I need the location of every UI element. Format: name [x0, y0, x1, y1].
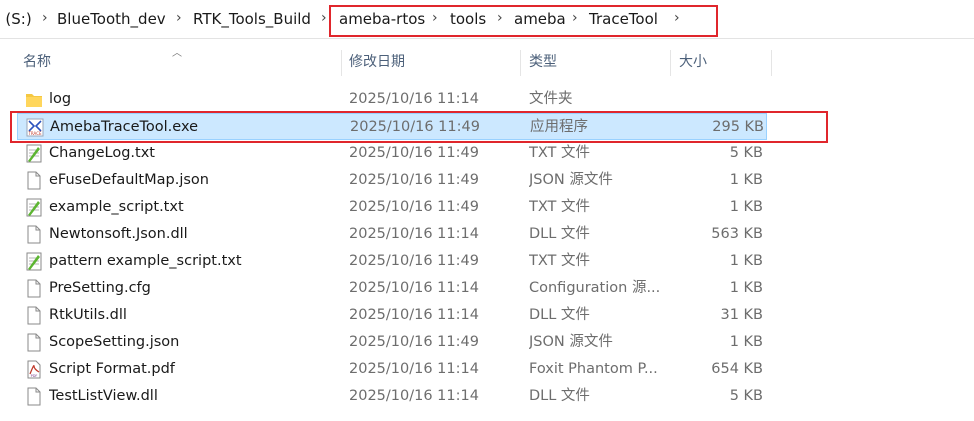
file-modified-date: 2025/10/16 11:14 — [349, 226, 479, 242]
file-modified-date: 2025/10/16 11:14 — [349, 91, 479, 107]
file-modified-date: 2025/10/16 11:49 — [349, 145, 479, 161]
file-type: JSON 源文件 — [529, 172, 613, 188]
file-type: DLL 文件 — [529, 226, 590, 242]
file-modified-date: 2025/10/16 11:14 — [349, 361, 479, 377]
file-name: PreSetting.cfg — [49, 280, 151, 296]
file-size: 654 KB — [711, 361, 763, 377]
file-modified-date: 2025/10/16 11:49 — [349, 172, 479, 188]
file-name: log — [49, 91, 72, 107]
breadcrumb-separator[interactable]: › — [321, 10, 327, 26]
file-row[interactable]: PreSetting.cfg 2025/10/16 11:14 Configurat… — [17, 275, 767, 302]
breadcrumb-highlight-box — [329, 5, 718, 37]
file-type: 文件夹 — [529, 91, 573, 107]
file-name: RtkUtils.dll — [49, 307, 127, 323]
file-modified-date: 2025/10/16 11:14 — [349, 388, 479, 404]
file-row[interactable]: Newtonsoft.Json.dll 2025/10/16 11:14 DLL 文… — [17, 221, 767, 248]
folder-icon — [25, 90, 43, 109]
blank-file-icon — [25, 279, 43, 298]
file-modified-date: 2025/10/16 11:14 — [349, 280, 479, 296]
file-row[interactable]: PDF Script Format.pdf 2025/10/16 11:14 Foxi… — [17, 356, 767, 383]
file-name: pattern example_script.txt — [49, 253, 242, 269]
file-size — [657, 86, 763, 113]
file-type: TXT 文件 — [529, 199, 591, 215]
file-name: ScopeSetting.json — [49, 334, 180, 350]
file-type: TXT 文件 — [529, 253, 591, 269]
file-size: 5 KB — [729, 388, 763, 404]
column-header-size[interactable]: 大小 — [679, 46, 769, 78]
column-header-date[interactable]: 修改日期 — [349, 46, 514, 78]
file-modified-date: 2025/10/16 11:14 — [349, 307, 479, 323]
file-row[interactable]: TestListView.dll 2025/10/16 11:14 DLL 文件 5 … — [17, 383, 767, 410]
blank-file-icon — [25, 333, 43, 352]
blank-file-icon — [25, 306, 43, 325]
selected-file-highlight-box — [10, 111, 828, 143]
breadcrumb-bluetooth-dev[interactable]: BlueTooth_dev — [57, 10, 166, 28]
file-size: 1 KB — [729, 172, 763, 188]
file-type: Configuration 源... — [529, 280, 661, 296]
svg-text:PDF: PDF — [31, 374, 38, 378]
file-type: Foxit Phantom P... — [529, 361, 658, 377]
file-type: TXT 文件 — [529, 145, 591, 161]
pdf-file-icon: PDF — [25, 360, 43, 379]
file-row[interactable]: ScopeSetting.json 2025/10/16 11:49 JSON 源文… — [17, 329, 767, 356]
column-header-name[interactable]: 名称 — [23, 46, 333, 78]
notepad-file-icon — [25, 144, 43, 163]
column-header-row: ︿ 名称 修改日期 类型 大小 — [0, 46, 974, 78]
notepad-file-icon — [25, 198, 43, 217]
breadcrumb-separator[interactable]: › — [176, 10, 182, 26]
file-row[interactable]: log 2025/10/16 11:14 文件夹 — [17, 86, 767, 113]
breadcrumb-rtk-tools-build[interactable]: RTK_Tools_Build — [193, 10, 311, 28]
file-name: TestListView.dll — [49, 388, 158, 404]
file-name: eFuseDefaultMap.json — [49, 172, 209, 188]
file-size: 31 KB — [720, 307, 763, 323]
file-size: 563 KB — [711, 226, 763, 242]
file-size: 5 KB — [729, 145, 763, 161]
file-modified-date: 2025/10/16 11:49 — [349, 334, 479, 350]
file-modified-date: 2025/10/16 11:49 — [349, 253, 479, 269]
file-name: example_script.txt — [49, 199, 184, 215]
blank-file-icon — [25, 387, 43, 406]
file-size: 1 KB — [729, 253, 763, 269]
file-size: 1 KB — [729, 199, 763, 215]
column-header-type[interactable]: 类型 — [529, 46, 664, 78]
file-size: 1 KB — [729, 280, 763, 296]
breadcrumb-separator[interactable]: › — [42, 10, 48, 26]
blank-file-icon — [25, 171, 43, 190]
file-row[interactable]: RtkUtils.dll 2025/10/16 11:14 DLL 文件 31 KB — [17, 302, 767, 329]
file-type: JSON 源文件 — [529, 334, 613, 350]
notepad-file-icon — [25, 252, 43, 271]
column-divider[interactable] — [771, 50, 772, 76]
column-divider[interactable] — [670, 50, 671, 76]
file-modified-date: 2025/10/16 11:49 — [349, 199, 479, 215]
file-name: Newtonsoft.Json.dll — [49, 226, 188, 242]
file-name: Script Format.pdf — [49, 361, 175, 377]
breadcrumb-drive[interactable]: F (S:) — [0, 10, 32, 28]
column-divider[interactable] — [341, 50, 342, 76]
file-size: 1 KB — [729, 334, 763, 350]
file-row[interactable]: example_script.txt 2025/10/16 11:49 TXT 文件… — [17, 194, 767, 221]
file-row[interactable]: ChangeLog.txt 2025/10/16 11:49 TXT 文件 5 KB — [17, 140, 767, 167]
file-row[interactable]: pattern example_script.txt 2025/10/16 11:… — [17, 248, 767, 275]
file-name: ChangeLog.txt — [49, 145, 155, 161]
column-divider[interactable] — [520, 50, 521, 76]
file-row[interactable]: eFuseDefaultMap.json 2025/10/16 11:49 JSON… — [17, 167, 767, 194]
file-type: DLL 文件 — [529, 307, 590, 323]
blank-file-icon — [25, 225, 43, 244]
file-type: DLL 文件 — [529, 388, 590, 404]
